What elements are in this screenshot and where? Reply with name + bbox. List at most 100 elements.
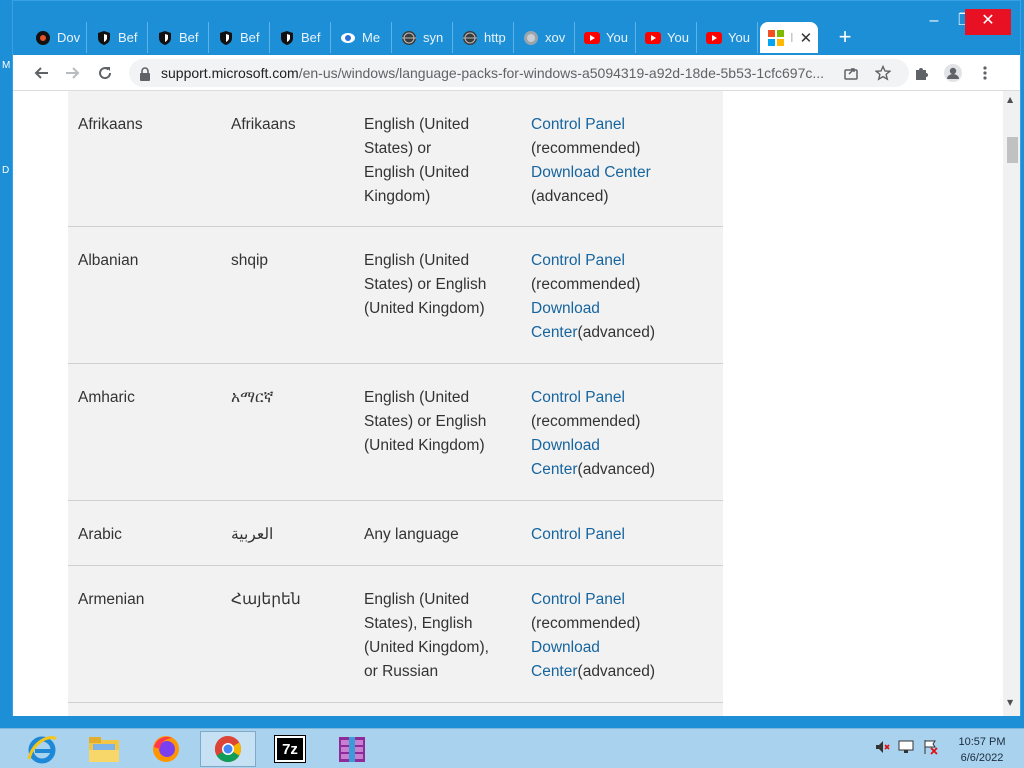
shield-icon [218, 30, 234, 46]
browser-tab[interactable]: Bef [149, 22, 209, 53]
firefox-icon[interactable] [138, 731, 194, 767]
browser-tab[interactable]: Bef [271, 22, 331, 53]
tab-label: http [484, 30, 506, 45]
download-center-link[interactable]: Download Center [531, 164, 651, 181]
native-name: shqip [231, 252, 269, 269]
tab-label: Bef [118, 30, 138, 45]
browser-tab[interactable]: You [576, 22, 636, 53]
browser-tab-active[interactable]: I ✕ [760, 22, 818, 53]
forward-arrow-icon[interactable] [61, 61, 85, 85]
link-note: (recommended) [531, 615, 641, 632]
internet-explorer-icon[interactable] [14, 731, 70, 767]
table-row: Afrikaans Afrikaans English (United Stat… [68, 91, 723, 227]
browser-tab[interactable]: Bef [88, 22, 148, 53]
tab-label: Bef [301, 30, 321, 45]
control-panel-link[interactable]: Control Panel [531, 116, 625, 133]
table-row: Amharic አማርኛ English (United States) or … [68, 364, 723, 501]
install-options: Control Panel (recommended) Download Cen… [531, 588, 661, 684]
youtube-icon [584, 30, 600, 46]
scroll-up-arrow-icon[interactable]: ▲ [1007, 95, 1013, 104]
bookmark-star-icon[interactable] [873, 63, 893, 83]
7zip-icon[interactable]: 7z [262, 731, 318, 767]
back-arrow-icon[interactable] [29, 61, 53, 85]
winrar-icon[interactable] [324, 731, 380, 767]
browser-tab[interactable]: syn [393, 22, 453, 53]
base-language: English (United States) or English (Unit… [364, 389, 487, 454]
extensions-puzzle-icon[interactable] [909, 61, 933, 85]
link-note: (recommended) [531, 140, 641, 157]
language-name: Arabic [78, 526, 122, 543]
base-language: English (United States), English (United… [364, 591, 489, 680]
language-pack-table: Afrikaans Afrikaans English (United Stat… [68, 91, 723, 716]
tab-label: Bef [179, 30, 199, 45]
table-row: Armenian Հայերեն English (United States)… [68, 566, 723, 703]
browser-tab[interactable]: xov [515, 22, 575, 53]
lock-icon[interactable] [139, 66, 151, 85]
address-bar[interactable]: support.microsoft.com/en-us/windows/lang… [129, 59, 909, 87]
reload-icon[interactable] [93, 61, 117, 85]
browser-tab[interactable]: http [454, 22, 514, 53]
table-row [68, 703, 723, 716]
action-center-flag-icon[interactable] [922, 739, 938, 755]
system-clock[interactable]: 10:57 PM 6/6/2022 [950, 734, 1014, 766]
scrollbar-thumb[interactable] [1007, 137, 1018, 163]
youtube-icon [706, 30, 722, 46]
volume-muted-icon[interactable] [874, 739, 890, 755]
tab-label: You [606, 30, 628, 45]
shield-icon [279, 30, 295, 46]
share-icon[interactable] [841, 63, 861, 83]
link-note: (advanced) [531, 188, 609, 205]
grey-globe-icon [523, 30, 539, 46]
link-note: (advanced) [577, 324, 656, 341]
scroll-down-arrow-icon[interactable]: ▼ [1007, 698, 1013, 707]
chrome-window: Dov Bef Bef Bef Bef Me syn http xov You … [12, 0, 1021, 716]
browser-tab[interactable]: Bef [210, 22, 270, 53]
control-panel-link[interactable]: Control Panel [531, 591, 625, 608]
control-panel-link[interactable]: Control Panel [531, 526, 625, 543]
vertical-scrollbar[interactable]: ▲ ▼ [1003, 91, 1020, 716]
desktop-icon-label: D [2, 165, 10, 176]
clock-time: 10:57 PM [958, 736, 1006, 748]
control-panel-link[interactable]: Control Panel [531, 389, 625, 406]
youtube-icon [645, 30, 661, 46]
control-panel-link[interactable]: Control Panel [531, 252, 625, 269]
tab-label: Dov [57, 30, 81, 45]
file-explorer-icon[interactable] [76, 731, 132, 767]
globe-icon [401, 30, 417, 46]
url-path: /en-us/windows/language-packs-for-window… [298, 65, 825, 81]
install-options: Control Panel (recommended) Download Cen… [531, 249, 661, 345]
close-window-button[interactable]: ✕ [965, 9, 1011, 35]
url-text[interactable]: support.microsoft.com/en-us/windows/lang… [161, 65, 841, 81]
browser-tab[interactable]: Me [332, 22, 392, 53]
new-tab-button[interactable]: + [832, 25, 858, 51]
tab-label: Me [362, 30, 381, 45]
tab-label: You [667, 30, 689, 45]
base-language: English (United States) or English (Unit… [364, 252, 487, 317]
chrome-icon[interactable] [200, 731, 256, 767]
native-name: العربية [231, 526, 274, 543]
browser-tab[interactable]: Dov [27, 22, 87, 53]
network-icon[interactable] [898, 739, 914, 755]
tab-label: You [728, 30, 750, 45]
language-name: Afrikaans [78, 116, 143, 133]
install-options: Control Panel (recommended) Download Cen… [531, 386, 661, 482]
clock-date: 6/6/2022 [960, 752, 1004, 764]
install-options: Control Panel (recommended) Download Cen… [531, 113, 691, 209]
link-note: (recommended) [531, 276, 641, 293]
link-note: (advanced) [577, 461, 656, 478]
tab-strip: Dov Bef Bef Bef Bef Me syn http xov You … [13, 1, 1020, 55]
close-tab-icon[interactable]: ✕ [800, 29, 813, 47]
tab-label: Bef [240, 30, 260, 45]
desktop-edge: M D [0, 0, 12, 728]
page-content: Afrikaans Afrikaans English (United Stat… [13, 91, 1003, 716]
browser-tab[interactable]: You [698, 22, 758, 53]
menu-kebab-icon[interactable] [973, 61, 997, 85]
tab-label: I [790, 30, 794, 45]
taskbar: 7z 10:57 PM 6/6/2022 [0, 728, 1024, 768]
link-note: (advanced) [577, 663, 656, 680]
table-row: Albanian shqip English (United States) o… [68, 227, 723, 364]
profile-avatar-icon[interactable] [941, 61, 965, 85]
browser-tab[interactable]: You [637, 22, 697, 53]
base-language: English (United States) or English (Unit… [364, 116, 470, 205]
language-name: Amharic [78, 389, 135, 406]
